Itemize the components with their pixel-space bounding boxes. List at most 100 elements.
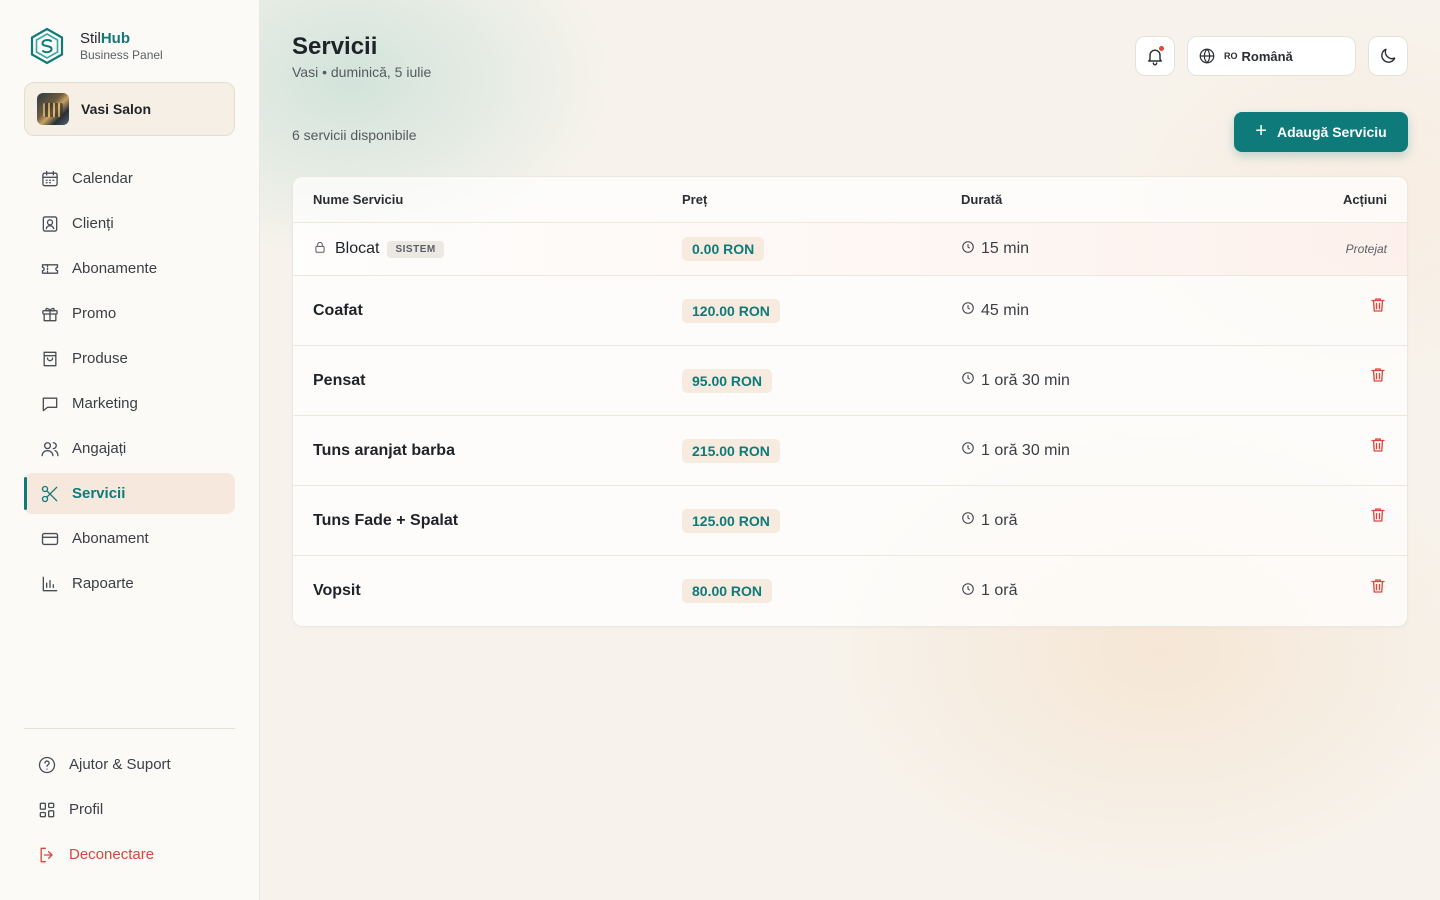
service-duration: 1 oră 30 min xyxy=(981,441,1070,459)
plus-icon: + xyxy=(1255,120,1267,142)
clock-icon xyxy=(961,441,975,460)
service-duration: 1 oră xyxy=(981,511,1018,529)
sidebar-item-label: Ajutor & Suport xyxy=(69,756,171,773)
users-icon xyxy=(41,441,59,456)
page-title: Servicii xyxy=(292,33,378,60)
table-header: Nume Serviciu Preț Durată Acțiuni xyxy=(293,177,1407,223)
salon-avatar xyxy=(37,93,69,125)
add-service-label: Adaugă Serviciu xyxy=(1276,124,1387,140)
sidebar-item-label: Calendar xyxy=(72,170,133,187)
sidebar-divider xyxy=(24,728,235,729)
sidebar-item-label: Deconectare xyxy=(69,846,155,863)
sidebar-item-label: Promo xyxy=(72,305,117,322)
table-row-system[interactable]: Blocat SISTEM 0.00 RON 15 min Protejat xyxy=(293,223,1407,276)
sidebar-item-angajati[interactable]: Angajați xyxy=(24,428,235,469)
table-row[interactable]: Tuns aranjat barba 215.00 RON 1 oră 30 m… xyxy=(293,416,1407,486)
globe-icon xyxy=(1199,48,1215,64)
add-service-button[interactable]: + Adaugă Serviciu xyxy=(1234,112,1408,152)
service-duration: 45 min xyxy=(981,301,1030,319)
service-duration: 1 oră 30 min xyxy=(981,371,1070,389)
sidebar-item-servicii[interactable]: Servicii xyxy=(24,473,235,514)
lock-icon xyxy=(313,240,327,259)
page-subtitle: Vasi • duminică, 5 iulie xyxy=(292,64,432,80)
user-badge-icon xyxy=(42,215,58,232)
sidebar-nav: Calendar Clienți Abonamente Promo Produs… xyxy=(24,158,235,608)
grid-icon xyxy=(39,802,55,817)
column-header-actions: Acțiuni xyxy=(1342,192,1387,207)
sidebar-item-produse[interactable]: Produse xyxy=(24,338,235,379)
clock-icon xyxy=(961,511,975,530)
sidebar-item-abonament[interactable]: Abonament xyxy=(24,518,235,559)
sidebar-item-calendar[interactable]: Calendar xyxy=(24,158,235,199)
sidebar-item-rapoarte[interactable]: Rapoarte xyxy=(24,563,235,604)
price-badge: 215.00 RON xyxy=(682,438,780,463)
sidebar-item-help[interactable]: Ajutor & Suport xyxy=(24,744,235,785)
sidebar-item-clienti[interactable]: Clienți xyxy=(24,203,235,244)
moon-icon xyxy=(1381,48,1396,63)
brand-name: StilHub xyxy=(80,29,131,47)
sidebar-item-label: Profil xyxy=(69,801,104,818)
sidebar-item-profile[interactable]: Profil xyxy=(24,789,235,830)
service-name: Tuns aranjat barba xyxy=(313,441,455,459)
scissors-icon xyxy=(41,485,58,502)
protected-label: Protejat xyxy=(1345,242,1387,256)
sidebar-bottom-nav: Ajutor & Suport Profil Deconectare xyxy=(24,744,235,879)
help-circle-icon xyxy=(38,756,56,773)
price-badge: 95.00 RON xyxy=(682,368,773,393)
clock-icon xyxy=(961,240,975,259)
logout-icon xyxy=(40,847,53,862)
stilhub-logo-icon xyxy=(30,27,64,65)
column-header-duration[interactable]: Durată xyxy=(961,192,1261,207)
language-selector[interactable]: RO Română xyxy=(1187,36,1356,76)
language-label: Română xyxy=(1241,48,1293,64)
services-count: 6 servicii disponibile xyxy=(292,127,417,143)
sidebar: StilHub Business Panel Vasi Salon Calend… xyxy=(0,0,260,900)
clock-icon xyxy=(961,301,975,320)
shopping-bag-icon xyxy=(43,351,57,366)
trash-icon[interactable] xyxy=(1369,296,1387,319)
price-badge: 125.00 RON xyxy=(682,508,780,533)
sidebar-item-marketing[interactable]: Marketing xyxy=(24,383,235,424)
sidebar-item-label: Clienți xyxy=(72,215,114,232)
table-row[interactable]: Coafat 120.00 RON 45 min xyxy=(293,276,1407,346)
price-badge: 120.00 RON xyxy=(682,298,780,323)
notification-dot xyxy=(1158,45,1165,52)
salon-name: Vasi Salon xyxy=(81,101,152,117)
logout-button[interactable]: Deconectare xyxy=(24,834,235,875)
salon-switcher[interactable]: Vasi Salon xyxy=(24,82,235,136)
brand[interactable]: StilHub Business Panel xyxy=(28,27,163,65)
sidebar-item-label: Produse xyxy=(72,350,128,367)
bar-chart-icon xyxy=(42,576,58,591)
sidebar-item-label: Marketing xyxy=(72,395,138,412)
sidebar-item-label: Angajați xyxy=(72,440,127,457)
price-badge: 0.00 RON xyxy=(682,237,765,261)
services-table: Nume Serviciu Preț Durată Acțiuni Blocat… xyxy=(292,176,1408,627)
price-badge: 80.00 RON xyxy=(682,579,773,603)
ticket-icon xyxy=(41,263,59,274)
sidebar-item-promo[interactable]: Promo xyxy=(24,293,235,334)
trash-icon[interactable] xyxy=(1369,506,1387,529)
service-duration: 1 oră xyxy=(981,582,1018,599)
service-name: Blocat xyxy=(335,240,380,257)
clock-icon xyxy=(961,582,975,601)
sidebar-item-label: Abonament xyxy=(72,530,149,547)
table-row[interactable]: Vopsit 80.00 RON 1 oră xyxy=(293,556,1407,626)
trash-icon[interactable] xyxy=(1369,366,1387,389)
theme-toggle-button[interactable] xyxy=(1368,36,1408,76)
service-name: Vopsit xyxy=(313,582,361,599)
trash-icon[interactable] xyxy=(1369,436,1387,459)
notifications-button[interactable] xyxy=(1135,36,1175,76)
trash-icon[interactable] xyxy=(1369,577,1387,600)
top-actions: RO Română xyxy=(1135,36,1408,76)
service-name: Coafat xyxy=(313,301,363,319)
service-name: Tuns Fade + Spalat xyxy=(313,511,459,529)
column-header-price[interactable]: Preț xyxy=(682,192,961,207)
sidebar-item-abonamente[interactable]: Abonamente xyxy=(24,248,235,289)
brand-subtitle: Business Panel xyxy=(80,47,163,62)
column-header-name[interactable]: Nume Serviciu xyxy=(293,192,682,207)
table-row[interactable]: Tuns Fade + Spalat 125.00 RON 1 oră xyxy=(293,486,1407,556)
service-duration: 15 min xyxy=(981,240,1030,257)
main-content: Servicii Vasi • duminică, 5 iulie RO Rom… xyxy=(260,0,1440,900)
table-row[interactable]: Pensat 95.00 RON 1 oră 30 min xyxy=(293,346,1407,416)
message-icon xyxy=(42,397,58,411)
